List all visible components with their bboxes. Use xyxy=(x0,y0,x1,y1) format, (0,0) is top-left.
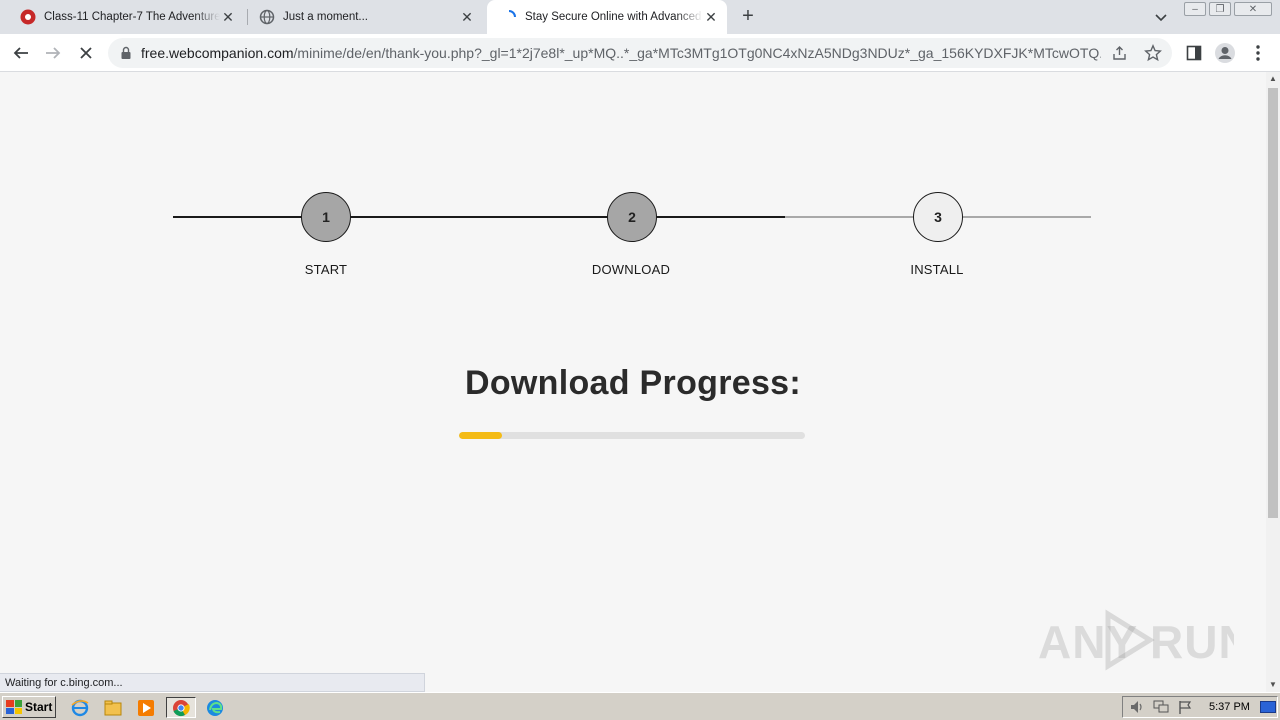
tab-separator xyxy=(247,9,248,25)
close-icon xyxy=(80,47,92,59)
windows-logo-icon xyxy=(6,700,22,714)
side-panel-icon[interactable] xyxy=(1183,42,1205,64)
tab-class-11[interactable]: Class-11 Chapter-7 The Adventure-I ✕ xyxy=(12,0,244,34)
tab-just-a-moment[interactable]: Just a moment... ✕ xyxy=(251,0,483,34)
explorer-icon[interactable] xyxy=(101,697,125,718)
download-progress-fill xyxy=(459,432,503,439)
media-player-icon[interactable] xyxy=(134,697,158,718)
step-2-label: DOWNLOAD xyxy=(591,262,671,277)
tab-strip: Class-11 Chapter-7 The Adventure-I ✕ Jus… xyxy=(0,0,1280,34)
close-tab-icon[interactable]: ✕ xyxy=(459,9,475,25)
restore-window-button[interactable]: ❐ xyxy=(1209,2,1231,16)
close-tab-icon[interactable]: ✕ xyxy=(703,9,719,25)
show-desktop-icon[interactable] xyxy=(1260,701,1276,719)
address-bar[interactable]: free.webcompanion.com/minime/de/en/thank… xyxy=(108,38,1172,68)
url-path: /minime/de/en/thank-you.php?_gl=1*2j7e8l… xyxy=(293,45,1101,61)
windows-taskbar: Start 5:37 PM xyxy=(0,692,1280,720)
ie-icon[interactable] xyxy=(68,697,92,718)
step-2-circle: 2 xyxy=(607,192,657,242)
new-tab-button[interactable]: + xyxy=(738,6,758,27)
back-arrow-icon xyxy=(13,47,28,59)
vertical-scrollbar[interactable]: ▲ ▼ xyxy=(1266,72,1280,692)
browser-toolbar: free.webcompanion.com/minime/de/en/thank… xyxy=(0,34,1280,72)
site-favicon-icon xyxy=(20,9,36,25)
tab-title: Just a moment... xyxy=(283,11,369,23)
action-center-flag-icon[interactable] xyxy=(1177,700,1193,719)
start-button[interactable]: Start xyxy=(2,696,56,718)
forward-button[interactable] xyxy=(42,42,64,64)
tab-title: Class-11 Chapter-7 The Adventure-I xyxy=(44,11,220,23)
start-label: Start xyxy=(25,700,53,714)
scroll-up-arrow-icon[interactable]: ▲ xyxy=(1266,72,1280,86)
status-bubble: Waiting for c.bing.com... xyxy=(0,673,425,692)
url-host: free.webcompanion.com xyxy=(141,45,294,61)
web-page: 1 2 3 START DOWNLOAD INSTALL Download Pr… xyxy=(0,72,1266,692)
lock-icon[interactable] xyxy=(120,46,132,65)
minimize-window-button[interactable]: – xyxy=(1184,2,1206,16)
download-progress-heading: Download Progress: xyxy=(464,364,801,402)
close-window-button[interactable]: ✕ xyxy=(1234,2,1272,16)
stop-loading-button[interactable] xyxy=(75,42,97,64)
step-1-circle: 1 xyxy=(301,192,351,242)
url-text[interactable]: free.webcompanion.com/minime/de/en/thank… xyxy=(141,45,1101,61)
stepper-line-completed xyxy=(173,216,785,218)
tab-search-chevron-icon[interactable] xyxy=(1152,8,1170,26)
svg-text:RUN: RUN xyxy=(1150,616,1234,668)
bookmark-star-icon[interactable] xyxy=(1144,44,1162,67)
profile-avatar-icon[interactable] xyxy=(1214,42,1236,64)
share-icon[interactable] xyxy=(1112,45,1128,66)
step-3-label: INSTALL xyxy=(910,262,964,277)
back-button[interactable] xyxy=(10,42,32,64)
loading-spinner-icon xyxy=(501,9,517,25)
step-1-label: START xyxy=(304,262,348,277)
download-progress-bar xyxy=(459,432,805,439)
tab-stay-secure[interactable]: Stay Secure Online with Advanced A ✕ xyxy=(487,0,727,34)
volume-icon[interactable] xyxy=(1129,700,1145,719)
tab-title: Stay Secure Online with Advanced A xyxy=(525,11,703,23)
step-3-circle: 3 xyxy=(913,192,963,242)
taskbar-clock[interactable]: 5:37 PM xyxy=(1209,701,1250,713)
close-tab-icon[interactable]: ✕ xyxy=(220,9,236,25)
more-menu-icon[interactable] xyxy=(1247,42,1269,64)
scrollbar-thumb[interactable] xyxy=(1268,88,1278,518)
chrome-icon[interactable] xyxy=(166,697,196,718)
system-tray: 5:37 PM xyxy=(1122,696,1278,718)
anyrun-watermark: ANY RUN xyxy=(1038,608,1252,683)
globe-icon xyxy=(259,9,275,25)
scroll-down-arrow-icon[interactable]: ▼ xyxy=(1266,678,1280,692)
edge-icon[interactable] xyxy=(203,697,227,718)
network-icon[interactable] xyxy=(1153,700,1169,719)
forward-arrow-icon xyxy=(46,47,61,59)
